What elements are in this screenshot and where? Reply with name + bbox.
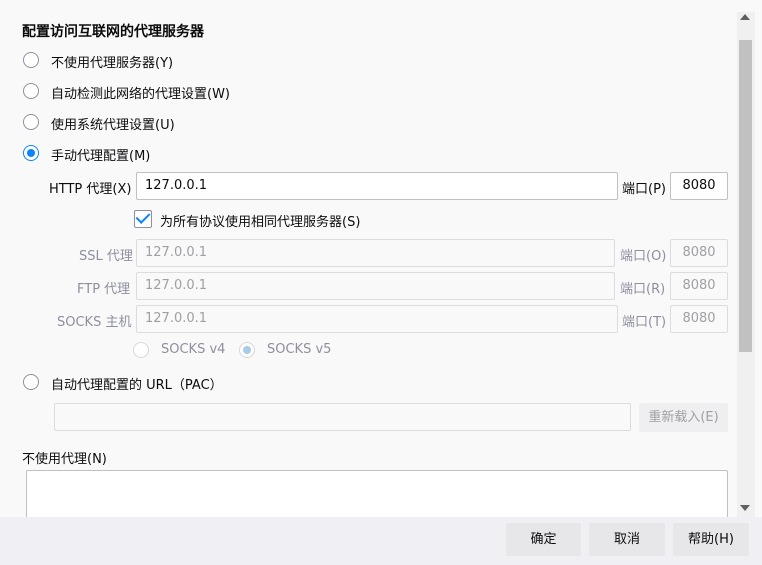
http-proxy-label: HTTP 代理(X): [49, 182, 132, 197]
socks-v4-radio[interactable]: [133, 342, 149, 358]
help-button[interactable]: 帮助(H): [673, 523, 749, 556]
manual-proxy-radio[interactable]: [23, 145, 39, 161]
pac-url-input[interactable]: [54, 403, 631, 431]
no-proxy-radio[interactable]: [23, 52, 39, 68]
system-proxy-radio[interactable]: [23, 114, 39, 130]
socks-host-input[interactable]: 127.0.0.1: [136, 305, 618, 333]
scroll-down-icon[interactable]: [740, 505, 750, 511]
pac-radio[interactable]: [23, 374, 39, 390]
ftp-port-label: 端口(R): [620, 282, 666, 297]
socks-port-label: 端口(T): [622, 315, 667, 330]
socks-port-input[interactable]: 8080: [670, 305, 728, 333]
checkmark-icon: [135, 209, 151, 224]
http-port-input[interactable]: 8080: [670, 172, 728, 200]
reload-button[interactable]: 重新载入(E): [639, 403, 728, 432]
socks-v4-label[interactable]: SOCKS v4: [161, 342, 225, 357]
http-port-label: 端口(P): [622, 182, 666, 197]
auto-detect-radio[interactable]: [23, 83, 39, 99]
ssl-proxy-label: SSL 代理: [79, 249, 133, 264]
system-proxy-label[interactable]: 使用系统代理设置(U): [51, 114, 175, 133]
dialog-title: 配置访问互联网的代理服务器: [22, 24, 204, 40]
ftp-proxy-label: FTP 代理: [77, 282, 131, 297]
http-proxy-input[interactable]: 127.0.0.1: [136, 172, 618, 200]
socks-v5-label[interactable]: SOCKS v5: [267, 342, 331, 357]
ssl-port-label: 端口(O): [620, 249, 667, 264]
ssl-proxy-input[interactable]: 127.0.0.1: [136, 239, 615, 267]
cancel-button[interactable]: 取消: [589, 523, 665, 556]
same-proxy-label[interactable]: 为所有协议使用相同代理服务器(S): [160, 211, 360, 230]
auto-detect-label[interactable]: 自动检测此网络的代理设置(W): [51, 83, 230, 102]
manual-proxy-label[interactable]: 手动代理配置(M): [51, 145, 150, 164]
ok-button[interactable]: 确定: [506, 523, 581, 556]
scroll-up-icon[interactable]: [740, 14, 750, 20]
scrollbar-thumb[interactable]: [739, 40, 752, 352]
ssl-port-input[interactable]: 8080: [670, 239, 728, 267]
same-proxy-checkbox[interactable]: [134, 209, 152, 228]
socks-v5-radio[interactable]: [239, 342, 255, 358]
no-proxy-for-label: 不使用代理(N): [22, 452, 107, 467]
no-proxy-label[interactable]: 不使用代理服务器(Y): [51, 52, 173, 71]
pac-label[interactable]: 自动代理配置的 URL（PAC）: [51, 374, 223, 393]
ftp-proxy-input[interactable]: 127.0.0.1: [136, 272, 615, 300]
ftp-port-input[interactable]: 8080: [670, 272, 728, 300]
socks-host-label: SOCKS 主机: [57, 315, 132, 330]
